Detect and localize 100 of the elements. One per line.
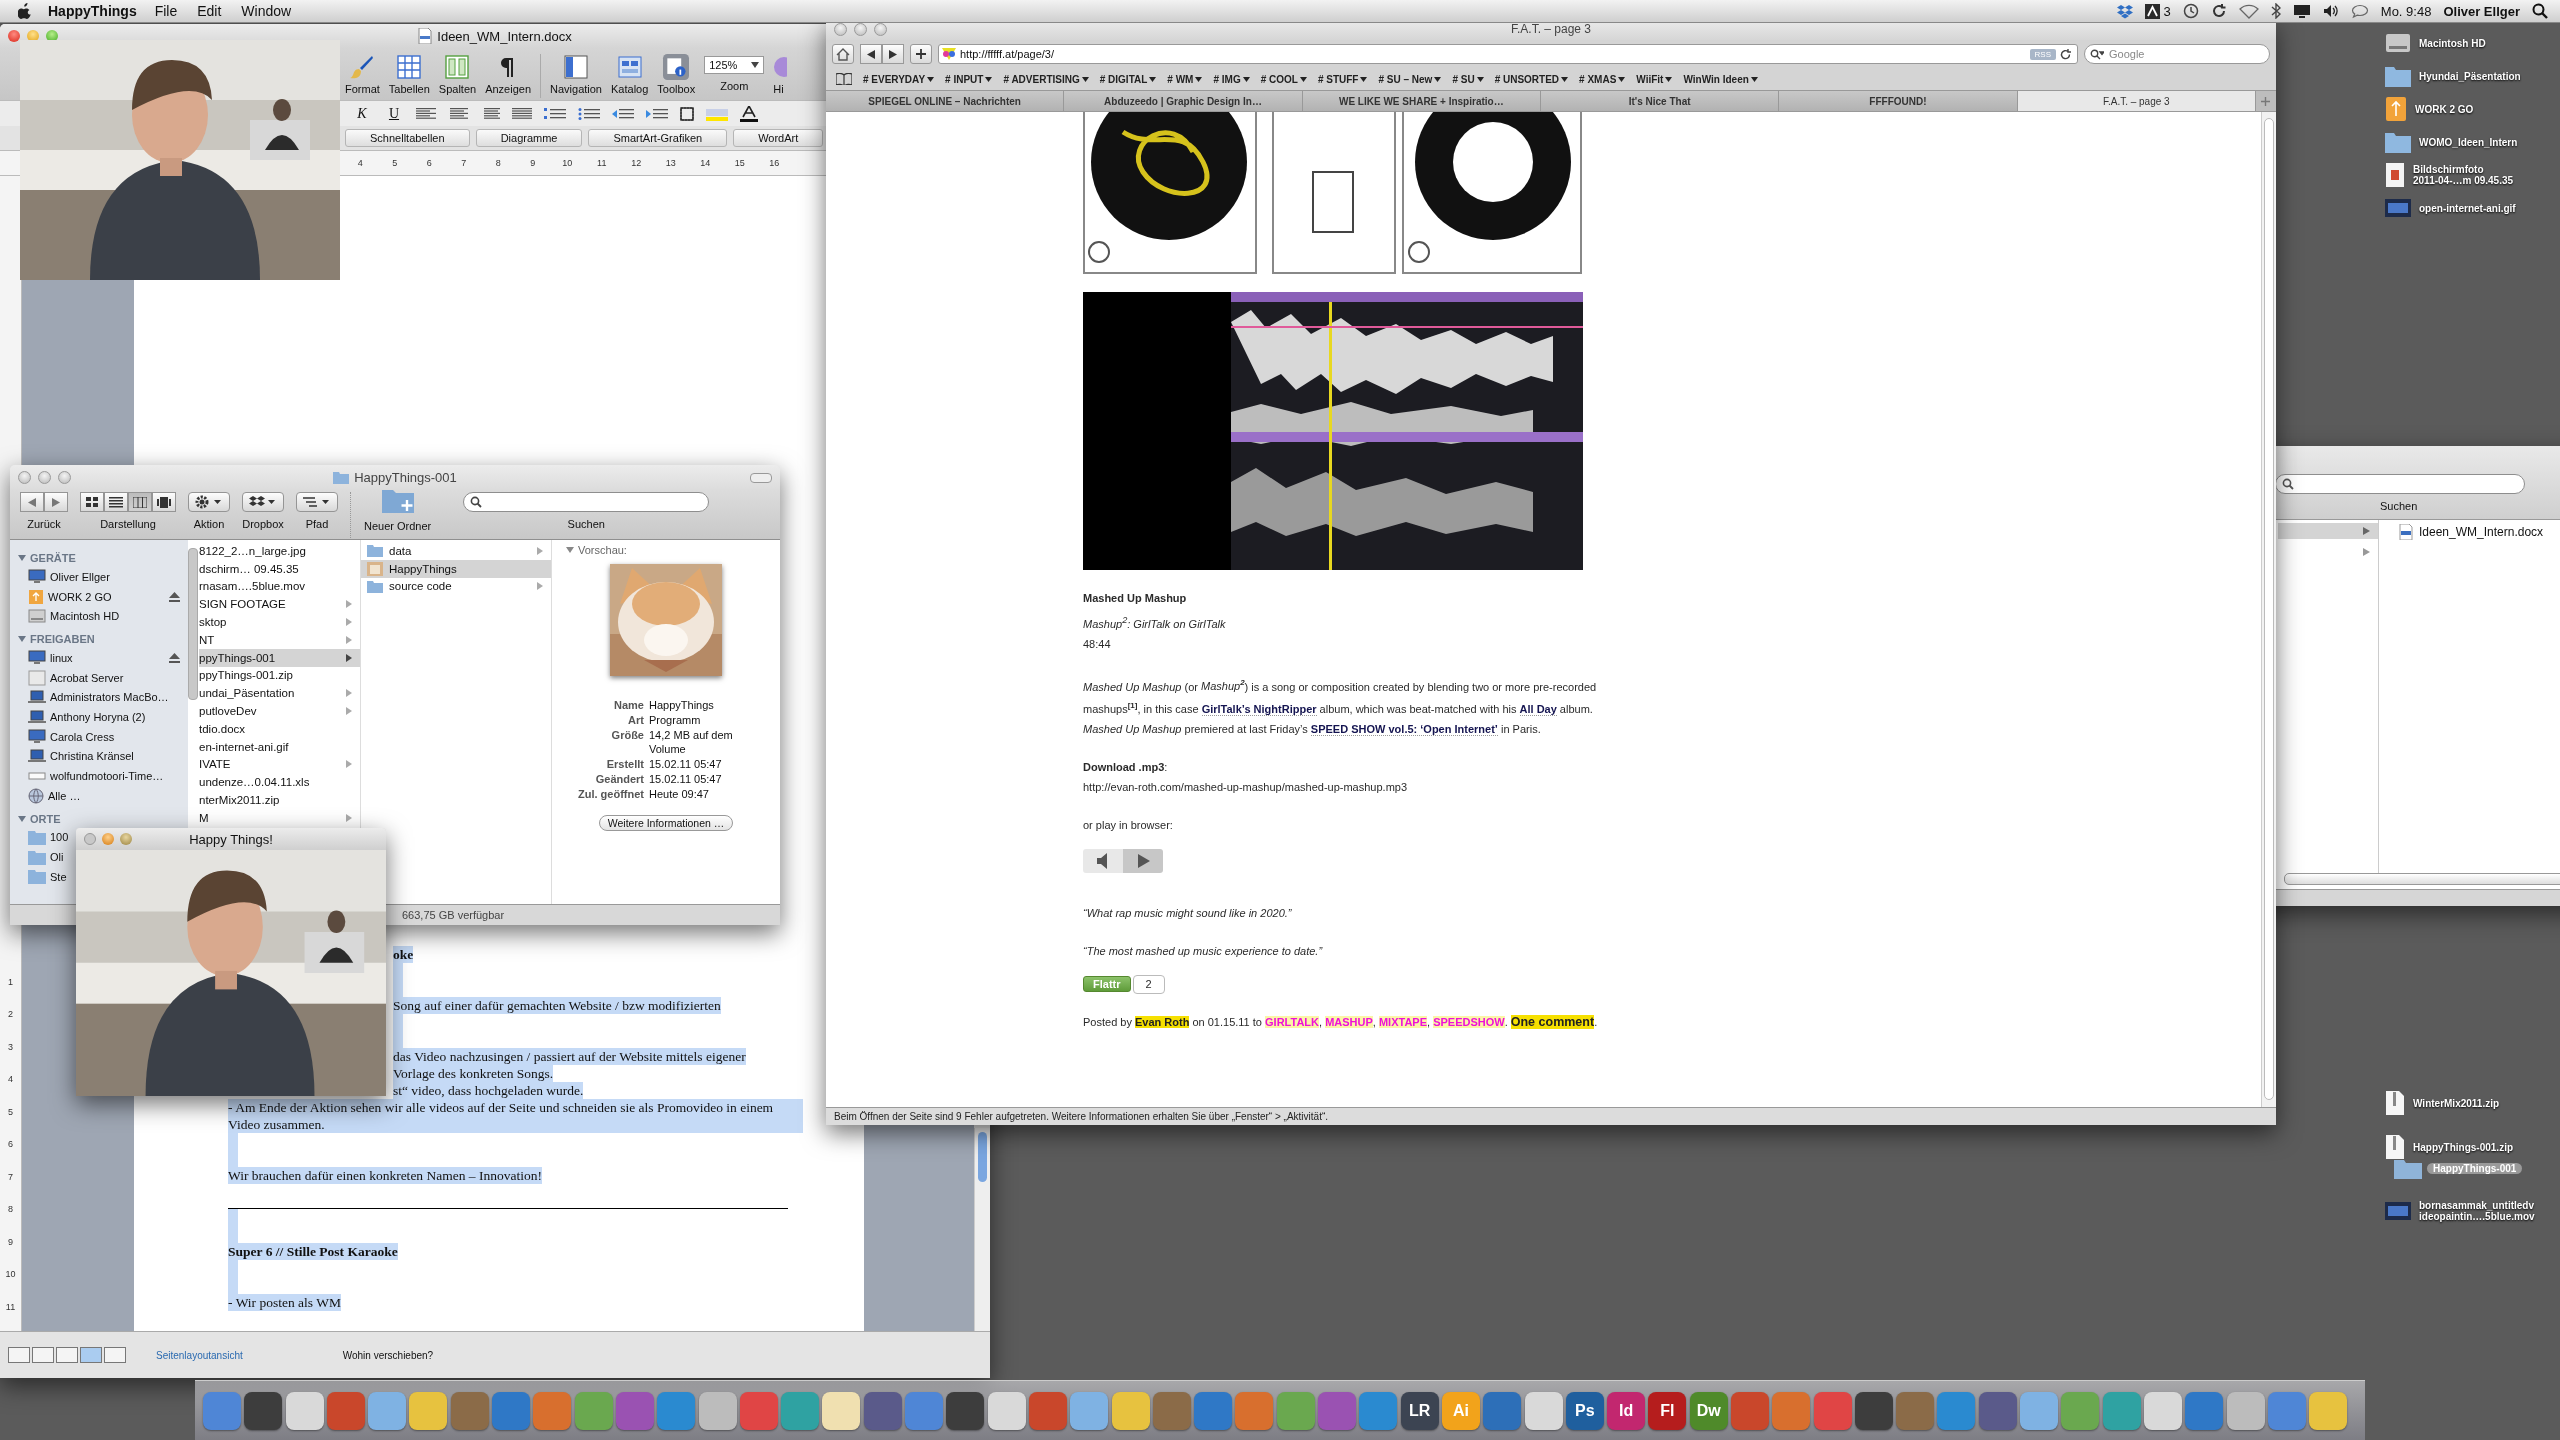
list-row[interactable]: HappyThings — [361, 559, 551, 578]
list-row[interactable]: sktop — [199, 613, 360, 631]
ribbon-tab[interactable]: Diagramme — [475, 129, 583, 147]
bookmark-menu[interactable]: WinWin Ideen — [1683, 73, 1758, 85]
desktop-icon-label[interactable]: Bildschirmfoto 2011-04-…m 09.45.35 — [2413, 164, 2514, 186]
desktop-icon-label[interactable]: HappyThings-001.zip — [2413, 1141, 2513, 1153]
sidebar-heading[interactable]: FREIGABEN — [18, 630, 188, 649]
dock-app-icon[interactable]: Ps — [1565, 1391, 1604, 1430]
text-style-button[interactable]: U — [384, 105, 404, 122]
bookmark-menu[interactable]: # WM — [1167, 73, 1203, 85]
text-style-button[interactable]: K — [352, 105, 372, 122]
bookmark-menu[interactable]: # DIGITAL — [1099, 73, 1157, 85]
bookmark-menu[interactable]: # COOL — [1260, 73, 1307, 85]
zoom-dropdown[interactable]: 125% — [704, 56, 765, 74]
desktop-icon-label[interactable]: WOMO_Ideen_Intern — [2419, 136, 2518, 148]
list-row[interactable]: nterMix2011.zip — [199, 791, 360, 809]
bookmark-menu[interactable]: # SU — [1452, 73, 1484, 85]
sidebar-item[interactable]: Administrators MacBo… — [18, 687, 171, 708]
more-info-button[interactable]: Weitere Informationen … — [598, 815, 734, 831]
desktop-icon-label[interactable]: WinterMix2011.zip — [2413, 1097, 2500, 1109]
bookmark-menu[interactable]: # INPUT — [945, 73, 993, 85]
list-row[interactable]: rnasam….5blue.mov — [199, 577, 360, 596]
list-row[interactable]: undenze…0.04.11.xls — [199, 773, 360, 792]
desktop-icon-label[interactable]: Hyundai_Päsentation — [2419, 70, 2521, 82]
ribbon-tab[interactable]: SmartArt-Grafiken — [588, 129, 728, 147]
list-row[interactable]: en-internet-ani.gif — [199, 737, 360, 756]
clock[interactable]: Mo. 9:48 — [2380, 3, 2432, 19]
list-row[interactable]: putloveDev — [199, 702, 360, 720]
toolbar-button[interactable]: Spalten — [438, 54, 477, 95]
sidebar-item[interactable]: wolfundmotoori-Time… — [18, 766, 166, 786]
dock-app-icon[interactable]: LR — [1400, 1391, 1439, 1430]
sidebar-item[interactable]: Ste — [18, 866, 69, 887]
link[interactable]: GirlTalk’s NightRipper — [1201, 702, 1317, 716]
list-row[interactable]: ppyThings-001.zip — [199, 666, 360, 685]
sidebar-item[interactable]: Macintosh HD — [18, 606, 122, 627]
browser-tab[interactable]: F.A.T. – page 3 — [2017, 91, 2256, 111]
author-link[interactable]: Evan Roth — [1135, 1015, 1190, 1028]
update-count[interactable]: 3 — [2163, 3, 2171, 19]
browser-tab[interactable]: SPIEGEL ONLINE – Nachrichten — [826, 91, 1065, 111]
sidebar-item[interactable]: Acrobat Server — [18, 667, 126, 688]
desktop-icon-label[interactable]: WORK 2 GO — [2415, 103, 2474, 115]
user-menu[interactable]: Oliver Ellger — [2443, 3, 2520, 19]
desktop-icon-label[interactable]: bornasammak_untitledv ideopaintin….5blue.mov — [2419, 1200, 2535, 1222]
sidebar-heading[interactable]: GERÄTE — [18, 549, 188, 567]
toolbar-button[interactable]: Hi — [773, 54, 788, 95]
bookmark-menu[interactable]: # STUFF — [1317, 73, 1368, 85]
list-row[interactable]: tdio.docx — [199, 719, 360, 738]
bookmark-menu[interactable]: # ADVERTISING — [1003, 73, 1089, 85]
bookmark-menu[interactable]: # EVERYDAY — [863, 73, 935, 85]
dock-app-icon[interactable]: Fl — [1648, 1391, 1687, 1430]
list-row[interactable]: undai_Päsentation — [199, 684, 360, 703]
toolbar-button[interactable]: Katalog — [611, 54, 649, 95]
list-row[interactable]: M — [199, 808, 360, 827]
list-row[interactable]: NT — [199, 631, 360, 649]
menu-item[interactable]: File — [154, 3, 178, 19]
browser-tab[interactable]: WE LIKE WE SHARE + Inspiratio… — [1302, 91, 1541, 111]
toolbar-button[interactable]: Toolbox — [657, 54, 696, 95]
sidebar-item[interactable]: Carola Cress — [18, 726, 117, 747]
link[interactable]: All Day — [1519, 702, 1557, 716]
bookmark-menu[interactable]: # UNSORTED — [1494, 73, 1569, 85]
sidebar-item[interactable]: 100 — [18, 827, 71, 848]
app-menu[interactable]: HappyThings — [48, 3, 137, 19]
list-row[interactable]: SIGN FOOTAGE — [199, 595, 360, 614]
desktop-icon-label[interactable]: Macintosh HD — [2419, 37, 2486, 49]
dock-app-icon[interactable]: Dw — [1689, 1391, 1728, 1430]
bookmark-menu[interactable]: # XMAS — [1579, 73, 1626, 85]
sidebar-heading[interactable]: ORTE — [18, 809, 188, 828]
search-field[interactable]: Google — [2084, 44, 2270, 64]
preview-heading[interactable]: Vorschau: — [566, 544, 627, 556]
bookmark-menu[interactable]: # SU – New — [1378, 73, 1442, 85]
list-row[interactable]: data — [361, 542, 551, 560]
bookmark-menu[interactable]: # IMG — [1213, 73, 1250, 85]
browser-tab[interactable]: Abduzeedo | Graphic Design In… — [1064, 91, 1303, 111]
toolbar-button[interactable]: Tabellen — [388, 54, 430, 95]
toolbar-button[interactable]: Navigation — [550, 54, 602, 95]
menu-item[interactable]: Window — [241, 3, 292, 19]
link[interactable]: SPEED SHOW vol.5: ‘Open Internet’ — [1310, 722, 1498, 736]
sidebar-item[interactable]: Anthony Horyna (2) — [18, 707, 148, 727]
list-row[interactable]: IVATE — [199, 755, 360, 774]
sidebar-item[interactable]: Alle … — [18, 785, 83, 806]
sidebar-item[interactable]: linux — [18, 648, 188, 668]
toolbar-button[interactable]: Format — [345, 54, 380, 95]
list-row[interactable]: ppyThings-001 — [199, 648, 360, 667]
menu-item[interactable]: Edit — [197, 3, 222, 19]
toolbar-button[interactable]: Anzeigen — [485, 54, 531, 95]
file-row[interactable]: Ideen_WM_Intern.docx — [2399, 524, 2544, 540]
sidebar-item[interactable]: Christina Kränsel — [18, 746, 136, 767]
sidebar-item[interactable]: Oli — [18, 847, 66, 867]
ribbon-tab[interactable]: WordArt — [733, 129, 824, 147]
dock-app-icon[interactable]: Id — [1607, 1391, 1646, 1430]
ribbon-tab[interactable]: Schnelltabellen — [345, 129, 470, 147]
list-row[interactable]: source code — [361, 577, 551, 596]
browser-tab[interactable]: It's Nice That — [1541, 91, 1780, 111]
desktop-icon-label[interactable]: open-internet-ani.gif — [2419, 202, 2516, 214]
bookmark-menu[interactable]: WiiFit — [1636, 73, 1673, 85]
sidebar-item[interactable]: Oliver Ellger — [18, 567, 112, 587]
sidebar-item[interactable]: WORK 2 GO — [18, 586, 188, 607]
list-row[interactable]: 8122_2…n_large.jpg — [199, 542, 360, 560]
address-field[interactable]: http://fffff.at/page/3/ RSS — [938, 44, 2078, 64]
list-row[interactable]: dschirm… 09.45.35 — [199, 559, 360, 578]
